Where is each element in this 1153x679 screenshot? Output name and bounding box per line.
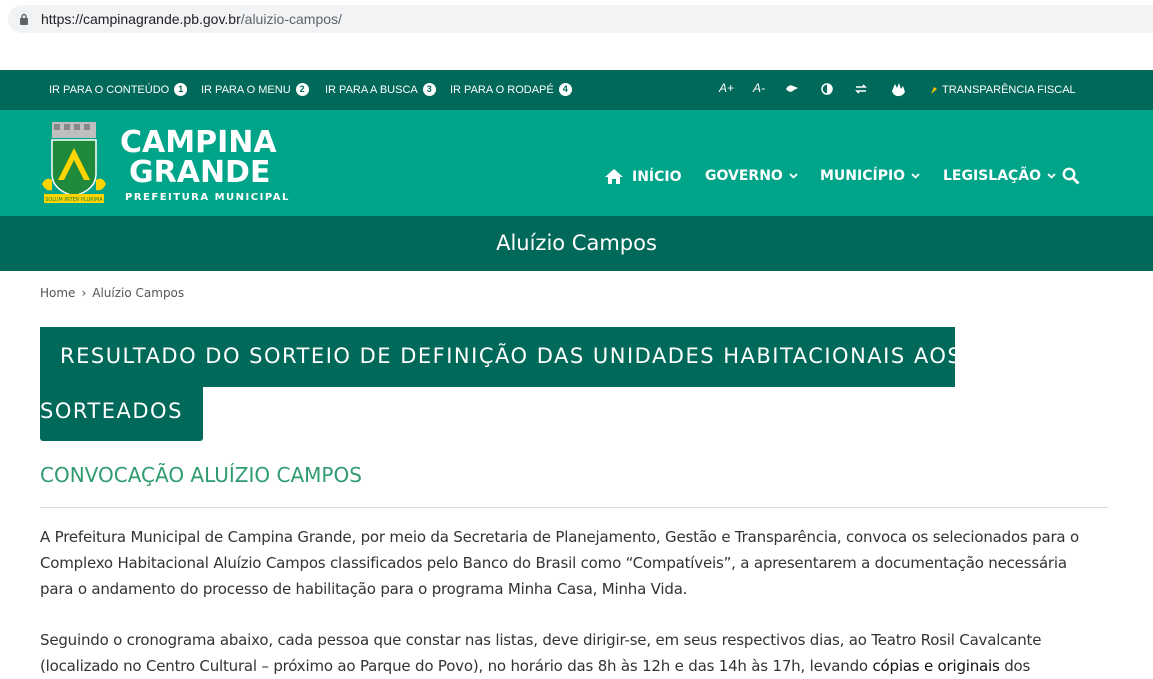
paragraph-line: Seguindo o cronograma abaixo, cada pesso… (40, 631, 1042, 649)
font-decrease-button[interactable]: A- (753, 81, 765, 95)
search-button[interactable] (1062, 167, 1080, 185)
section-heading: CONVOCAÇÃO ALUÍZIO CAMPOS (40, 463, 362, 487)
transparency-link[interactable]: TRANSPARÊNCIA FISCAL (930, 84, 1076, 96)
paragraph-tail: dos (999, 657, 1031, 675)
url-host: https://campinagrande.pb.gov.br (41, 11, 241, 27)
nav-municipio-label: MUNICÍPIO (820, 168, 906, 184)
transparency-label: TRANSPARÊNCIA FISCAL (942, 84, 1076, 96)
home-icon (605, 169, 623, 184)
brand-line1[interactable]: CAMPINA (120, 128, 277, 158)
nav-home-label: INÍCIO (632, 168, 682, 185)
skip-number: 1 (174, 83, 188, 96)
skip-label: IR PARA O MENU (201, 83, 291, 96)
nav-home[interactable]: INÍCIO (604, 168, 682, 185)
skip-label: IR PARA O RODAPÉ (450, 83, 554, 96)
breadcrumb-separator: › (81, 286, 87, 300)
site-header: SOLUM INTER PLURIMA CAMPINA GRANDE PREFE… (0, 110, 1153, 216)
nav-governo-label: GOVERNO (705, 168, 783, 184)
flag-icon (931, 87, 937, 94)
emphasis-text: cópias e originais (872, 657, 1000, 675)
paragraph-text: (localizado no Centro Cultural – próximo… (40, 657, 873, 675)
skip-to-content-link[interactable]: IR PARA O CONTEÚDO 1 (49, 83, 188, 96)
url-path: /aluizio-campos/ (240, 11, 342, 27)
nav-legislacao-label: LEGISLAÇÃO (943, 168, 1042, 184)
chevron-down-icon (789, 173, 798, 179)
contrast-icon[interactable] (821, 83, 833, 95)
skip-label: IR PARA O CONTEÚDO (49, 83, 170, 96)
page-title-bar: Aluízio Campos (0, 216, 1153, 271)
lock-icon (20, 13, 28, 25)
font-increase-button[interactable]: A+ (719, 81, 734, 95)
nav-legislacao[interactable]: LEGISLAÇÃO (943, 168, 1056, 184)
page-title: Aluízio Campos (496, 231, 657, 255)
speech-icon[interactable] (785, 83, 799, 95)
paragraph-line: para o andamento do processo de habilita… (40, 580, 688, 598)
browser-address-bar: https://campinagrande.pb.gov.br/aluizio-… (0, 0, 1153, 38)
svg-text:SOLUM INTER PLURIMA: SOLUM INTER PLURIMA (45, 197, 103, 203)
nav-governo[interactable]: GOVERNO (705, 168, 798, 184)
skip-to-footer-link[interactable]: IR PARA O RODAPÉ 4 (450, 83, 572, 96)
breadcrumb: Home › Aluízio Campos (40, 286, 184, 300)
chevron-down-icon (911, 173, 920, 179)
paragraph-line: (localizado no Centro Cultural – próximo… (40, 653, 1108, 679)
divider (40, 507, 1108, 508)
reset-icon[interactable] (854, 83, 868, 95)
sign-language-icon[interactable] (889, 79, 909, 99)
search-icon (1062, 167, 1080, 185)
skip-number: 4 (558, 83, 572, 96)
skip-label: IR PARA A BUSCA (325, 83, 418, 96)
paragraph-line: A Prefeitura Municipal de Campina Grande… (40, 528, 1079, 546)
url-text[interactable]: https://campinagrande.pb.gov.br/aluizio-… (41, 11, 342, 27)
accessibility-bar: IR PARA O CONTEÚDO 1 IR PARA O MENU 2 IR… (0, 70, 1153, 110)
breadcrumb-home-link[interactable]: Home (40, 286, 75, 300)
paragraph-line: Complexo Habitacional Aluízio Campos cla… (40, 554, 1067, 572)
breadcrumb-current: Aluízio Campos (92, 286, 185, 300)
result-banner-line1[interactable]: RESULTADO DO SORTEIO DE DEFINIÇÃO DAS UN… (60, 344, 962, 368)
skip-to-menu-link[interactable]: IR PARA O MENU 2 (201, 83, 309, 96)
skip-to-search-link[interactable]: IR PARA A BUSCA 3 (325, 83, 436, 96)
skip-number: 3 (422, 83, 436, 96)
paragraph-schedule: Seguindo o cronograma abaixo, cada pesso… (40, 627, 1108, 679)
nav-municipio[interactable]: MUNICÍPIO (820, 168, 920, 184)
paragraph-convocation: A Prefeitura Municipal de Campina Grande… (40, 524, 1108, 602)
result-banner-line2[interactable]: SORTEADOS (40, 399, 183, 423)
coat-of-arms-logo[interactable]: SOLUM INTER PLURIMA (40, 122, 108, 206)
chevron-down-icon (1047, 173, 1056, 179)
skip-number: 2 (295, 83, 309, 96)
brand-subtitle: PREFEITURA MUNICIPAL (125, 192, 290, 203)
brand-line2[interactable]: GRANDE (129, 158, 270, 188)
